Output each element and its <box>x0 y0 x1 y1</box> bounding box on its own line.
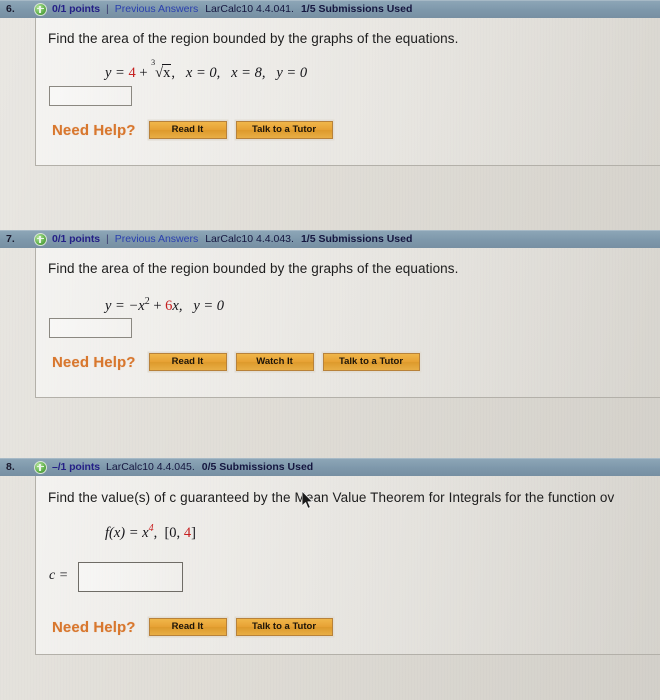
problem-8-prompt: Find the value(s) of c guaranteed by the… <box>48 490 615 505</box>
problem-6-eq-coefficient: 4 <box>128 65 136 81</box>
problem-6-equation: y = 4 + 3 √x , x = 0, x = 8, y = 0 <box>105 58 308 82</box>
expand-plus-icon[interactable] <box>34 460 47 474</box>
problem-7-book-reference: LarCalc10 4.4.043. <box>205 233 294 245</box>
problem-8-answer-input[interactable] <box>78 562 183 592</box>
problem-8: 8. –/1 points LarCalc10 4.4.045. 0/5 Sub… <box>0 458 660 655</box>
problem-7-prompt: Find the area of the region bounded by t… <box>48 261 459 276</box>
problem-8-number: 8. <box>6 461 15 473</box>
problem-6-read-it-button[interactable]: Read It <box>148 121 227 139</box>
problem-6-answer-input[interactable] <box>49 86 132 106</box>
problem-8-submissions: 0/5 Submissions Used <box>201 461 314 473</box>
problem-7-eq-exponent: 2 <box>144 296 150 307</box>
problem-6-book-reference: LarCalc10 4.4.041. <box>205 3 294 15</box>
problem-8-book-reference: LarCalc10 4.4.045. <box>106 461 195 473</box>
problem-7-submissions: 1/5 Submissions Used <box>300 233 413 245</box>
problem-6-header: 6. 0/1 points | Previous Answers LarCalc… <box>0 0 660 18</box>
problem-7-points: 0/1 points <box>52 233 101 245</box>
problem-8-equation: f(x) = x4, [0, 4] <box>105 523 196 542</box>
problem-7-separator: | <box>106 233 109 245</box>
problem-7-panel: Find the area of the region bounded by t… <box>35 248 660 398</box>
problem-6-need-help-label: Need Help? <box>52 121 136 139</box>
problem-7-need-help-label: Need Help? <box>52 353 136 371</box>
problem-6-eq-cond1: x = 0, <box>185 65 221 81</box>
problem-6-need-help-row: Need Help? Read It Talk to a Tutor <box>52 121 342 139</box>
problem-7: 7. 0/1 points | Previous Answers LarCalc… <box>0 230 660 398</box>
problem-6-previous-answers-link[interactable]: Previous Answers <box>115 3 198 15</box>
problem-7-equation: y = −x2 + 6x, y = 0 <box>105 296 224 315</box>
problem-8-panel: Find the value(s) of c guaranteed by the… <box>35 476 660 655</box>
problem-6-points: 0/1 points <box>52 3 101 15</box>
problem-6-cube-root: 3 √x <box>151 58 172 82</box>
problem-6-eq-plus: + <box>139 65 148 81</box>
problem-8-header: 8. –/1 points LarCalc10 4.4.045. 0/5 Sub… <box>0 458 660 476</box>
problem-6-panel: Find the area of the region bounded by t… <box>35 18 660 166</box>
problem-8-interval-close: ] <box>191 524 196 541</box>
problem-6-eq-cond3: y = 0 <box>276 65 308 81</box>
problem-6-number: 6. <box>6 3 15 15</box>
problem-8-interval-open: [0, <box>164 524 181 541</box>
problem-8-interval-end: 4 <box>183 524 192 541</box>
problem-8-points: –/1 points <box>52 461 101 473</box>
problem-7-previous-answers-link[interactable]: Previous Answers <box>115 233 198 245</box>
problem-6: 6. 0/1 points | Previous Answers LarCalc… <box>0 0 660 168</box>
problem-6-separator: | <box>106 3 109 15</box>
problem-7-need-help-row: Need Help? Read It Watch It Talk to a Tu… <box>52 353 429 371</box>
problem-6-eq-comma: , <box>171 65 176 81</box>
problem-6-eq-cond2: x = 8, <box>231 65 266 81</box>
problem-6-eq-lhs: y = <box>105 65 125 81</box>
problem-7-eq-variable: x, <box>172 297 183 314</box>
problem-6-radicand: x <box>162 64 172 81</box>
problem-8-talk-to-a-tutor-button[interactable]: Talk to a Tutor <box>235 618 333 636</box>
problem-8-read-it-button[interactable]: Read It <box>148 618 227 636</box>
problem-7-header: 7. 0/1 points | Previous Answers LarCalc… <box>0 230 660 248</box>
problem-8-answer-label: c = <box>49 568 69 583</box>
problem-8-need-help-row: Need Help? Read It Talk to a Tutor <box>52 618 342 636</box>
problem-7-eq-plus: + <box>153 297 162 314</box>
problem-7-number: 7. <box>6 233 15 245</box>
expand-plus-icon[interactable] <box>34 232 47 246</box>
problem-8-eq-comma: , <box>153 524 158 541</box>
problem-7-eq-lhs: y = −x <box>105 297 145 314</box>
problem-7-answer-input[interactable] <box>49 318 132 338</box>
problem-7-read-it-button[interactable]: Read It <box>148 353 227 371</box>
problem-7-talk-to-a-tutor-button[interactable]: Talk to a Tutor <box>322 353 420 371</box>
problem-7-eq-cond1: y = 0 <box>193 297 225 314</box>
expand-plus-icon[interactable] <box>34 2 47 16</box>
problem-6-submissions: 1/5 Submissions Used <box>300 3 413 15</box>
problem-6-talk-to-a-tutor-button[interactable]: Talk to a Tutor <box>235 121 333 139</box>
problem-6-root-index: 3 <box>151 58 156 67</box>
problem-8-need-help-label: Need Help? <box>52 618 136 636</box>
assignment-page: 6. 0/1 points | Previous Answers LarCalc… <box>0 0 660 700</box>
problem-7-watch-it-button[interactable]: Watch It <box>235 353 314 371</box>
problem-6-prompt: Find the area of the region bounded by t… <box>48 31 459 46</box>
problem-8-eq-lhs: f(x) = x <box>105 524 149 541</box>
